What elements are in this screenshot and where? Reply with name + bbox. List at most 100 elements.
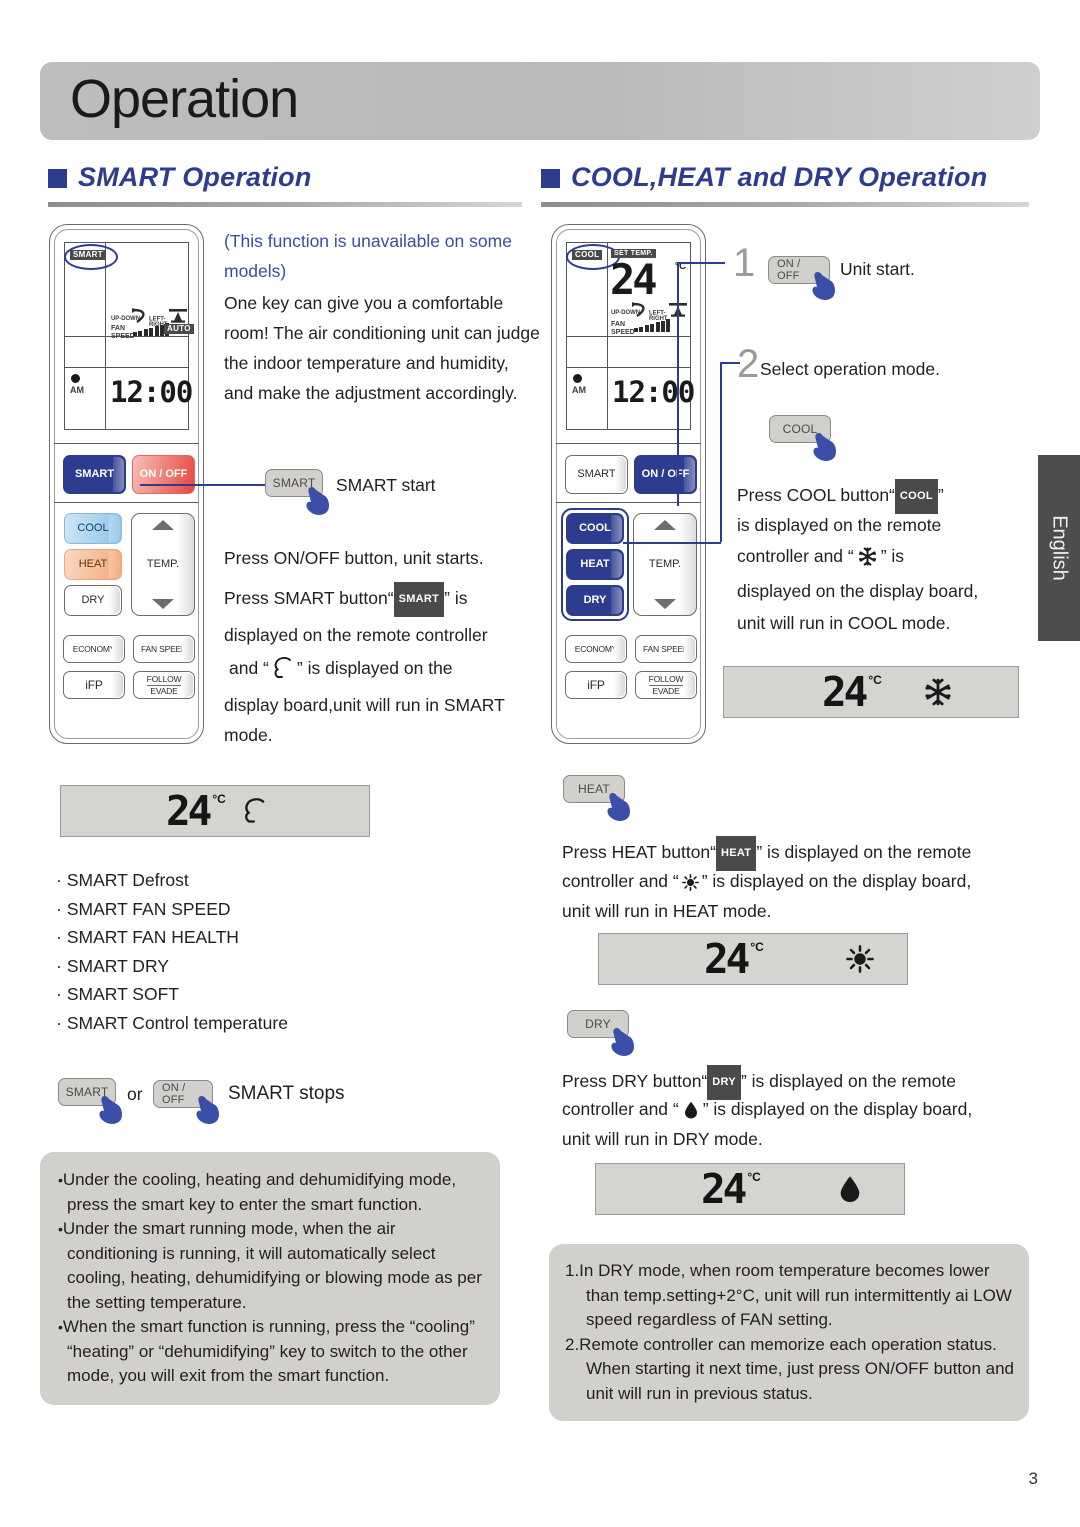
- pointing-hand-icon: [306, 487, 330, 515]
- remote-button-ifp[interactable]: iFP: [565, 671, 627, 699]
- snowflake-icon: [858, 547, 876, 566]
- remote-button-smart[interactable]: SMART: [63, 455, 126, 494]
- remote-button-temp[interactable]: TEMP.: [633, 513, 697, 616]
- button-shade: [615, 457, 626, 492]
- temp-down-icon[interactable]: [654, 598, 676, 609]
- remote-button-smart[interactable]: SMART: [565, 455, 628, 494]
- button-shade: [113, 457, 124, 492]
- button-shade: [182, 673, 193, 697]
- button-shade: [614, 637, 625, 661]
- page-number: 3: [1028, 1469, 1038, 1488]
- board-temp-unit: °C: [750, 940, 764, 954]
- cool-text-line-3: controller and “ ” is: [737, 546, 905, 566]
- lcd-auto-badge: AUTO: [164, 324, 194, 335]
- button-shade: [109, 587, 120, 614]
- remote-button-fanspeed[interactable]: FAN SPEED: [635, 635, 697, 663]
- onoff-stop-key-group: ON / OFF: [153, 1078, 220, 1124]
- remote-button-fanspeed[interactable]: FAN SPEED: [133, 635, 195, 663]
- dry-key-group: DRY: [567, 1010, 635, 1056]
- smart-start-label: SMART start: [336, 475, 436, 495]
- badge-smart: SMART: [393, 582, 445, 617]
- step-number-1: 1: [733, 241, 756, 285]
- remote-controller-modes: COOL SET TEMP. 24 °C UP-DOWN LEFT-RIGHT …: [551, 224, 706, 744]
- lcd-divider-horizontal-2: [65, 367, 188, 369]
- leader-line-onoff-horizontal: [677, 262, 725, 264]
- remote-button-dry[interactable]: DRY: [64, 585, 122, 616]
- language-tab: English: [1038, 455, 1080, 641]
- lcd-divider-horizontal-2: [567, 367, 690, 369]
- pointing-hand-icon: [813, 433, 837, 461]
- remote-divider-1: [54, 443, 199, 445]
- button-shade: [112, 637, 123, 661]
- remote-button-cool[interactable]: COOL: [64, 513, 122, 544]
- smart-instruction-line-6: mode.: [224, 725, 273, 745]
- remote-button-economy[interactable]: ECONOMY: [63, 635, 125, 663]
- remote-button-temp[interactable]: TEMP.: [131, 513, 195, 616]
- leader-line-modes-horizontal: [623, 542, 721, 544]
- sun-icon: [681, 874, 699, 891]
- remote-divider-2: [556, 502, 701, 504]
- note-item: 1.In DRY mode, when room temperature bec…: [565, 1261, 1012, 1329]
- lcd-fanspeed-bars: [634, 319, 671, 332]
- smart-start-key-group: SMART: [265, 469, 330, 515]
- step-number-2: 2: [737, 342, 760, 386]
- smart-instruction-line-1: Press ON/OFF button, unit starts.: [224, 548, 484, 568]
- note-box-modes: 1.In DRY mode, when room temperature bec…: [549, 1244, 1029, 1421]
- lcd-set-temp-value: 24: [610, 255, 658, 304]
- board-temp-value: 24: [701, 1165, 747, 1213]
- button-shade: [684, 637, 695, 661]
- board-temp-value: 24: [822, 668, 868, 716]
- note-item: •When the smart function is running, pre…: [58, 1317, 475, 1385]
- lcd-am-label: AM: [70, 385, 84, 395]
- section-heading-cool-heat-dry: COOL,HEAT and DRY Operation: [541, 162, 987, 193]
- lcd-clock: 12:00: [612, 375, 695, 409]
- remote-button-ifp[interactable]: iFP: [63, 671, 125, 699]
- pointing-hand-icon: [196, 1096, 220, 1124]
- list-item: · SMART SOFT: [56, 984, 179, 1004]
- leftright-swing-icon: [169, 309, 187, 323]
- note-box-smart: •Under the cooling, heating and dehumidi…: [40, 1152, 500, 1405]
- section-heading-smart: SMART Operation: [48, 162, 312, 193]
- board-temp-value: 24: [166, 787, 212, 835]
- page-title: Operation: [70, 69, 299, 129]
- remote-divider-1: [556, 443, 701, 445]
- temp-up-icon[interactable]: [654, 520, 676, 530]
- list-item: · SMART FAN HEALTH: [56, 927, 239, 947]
- step1-key-group: ON / OFF: [768, 254, 836, 300]
- lcd-am-label: AM: [572, 385, 586, 395]
- lcd-fanspeed-label: FAN SPEED: [111, 325, 135, 340]
- remote-button-follow-evade[interactable]: FOLLOW EVADE: [133, 671, 195, 699]
- remote-button-onoff[interactable]: ON / OFF: [634, 455, 697, 494]
- step2-label: Select operation mode.: [760, 359, 940, 379]
- note-item: •Under the smart running mode, when the …: [58, 1219, 482, 1312]
- button-shade: [109, 515, 120, 542]
- note-item: •Under the cooling, heating and dehumidi…: [58, 1170, 457, 1214]
- board-temp-unit: °C: [868, 673, 882, 687]
- remote-button-heat[interactable]: HEAT: [64, 549, 122, 580]
- badge-cool: COOL: [894, 479, 938, 514]
- display-board-heat: 24 °C: [598, 933, 908, 985]
- list-item: · SMART Control temperature: [56, 1012, 288, 1033]
- stop-or-label: or: [127, 1084, 143, 1104]
- remote-divider-2: [54, 502, 199, 504]
- unavailable-note: (This function is unavailable on some mo…: [224, 231, 512, 281]
- remote-button-onoff[interactable]: ON / OFF: [132, 455, 195, 494]
- cool-text-line-5: unit will run in COOL mode.: [737, 613, 951, 633]
- snowflake-icon: [925, 678, 951, 706]
- section-rule-right: [541, 202, 1029, 207]
- board-temp-value: 24: [704, 935, 750, 983]
- note-item: 2.Remote controller can memorize each op…: [565, 1334, 1015, 1403]
- leader-line-modes-vertical: [720, 362, 722, 542]
- heat-text-line-3: unit will run in HEAT mode.: [562, 901, 772, 921]
- remote-button-economy[interactable]: ECONOMY: [565, 635, 627, 663]
- remote-button-follow-evade[interactable]: FOLLOW EVADE: [635, 671, 697, 699]
- temp-down-icon[interactable]: [152, 598, 174, 609]
- smart-feature-list: · SMART Defrost · SMART FAN SPEED · SMART F…: [56, 866, 288, 1037]
- button-shade: [684, 673, 695, 697]
- leader-line-smart: [140, 484, 265, 486]
- updown-swing-icon: [632, 302, 645, 317]
- display-board-smart: 24 °C: [60, 785, 370, 837]
- highlight-ellipse-smart: [64, 244, 118, 270]
- temp-up-icon[interactable]: [152, 520, 174, 530]
- smart-intro-text: One key can give you a comfortable room!…: [224, 293, 540, 403]
